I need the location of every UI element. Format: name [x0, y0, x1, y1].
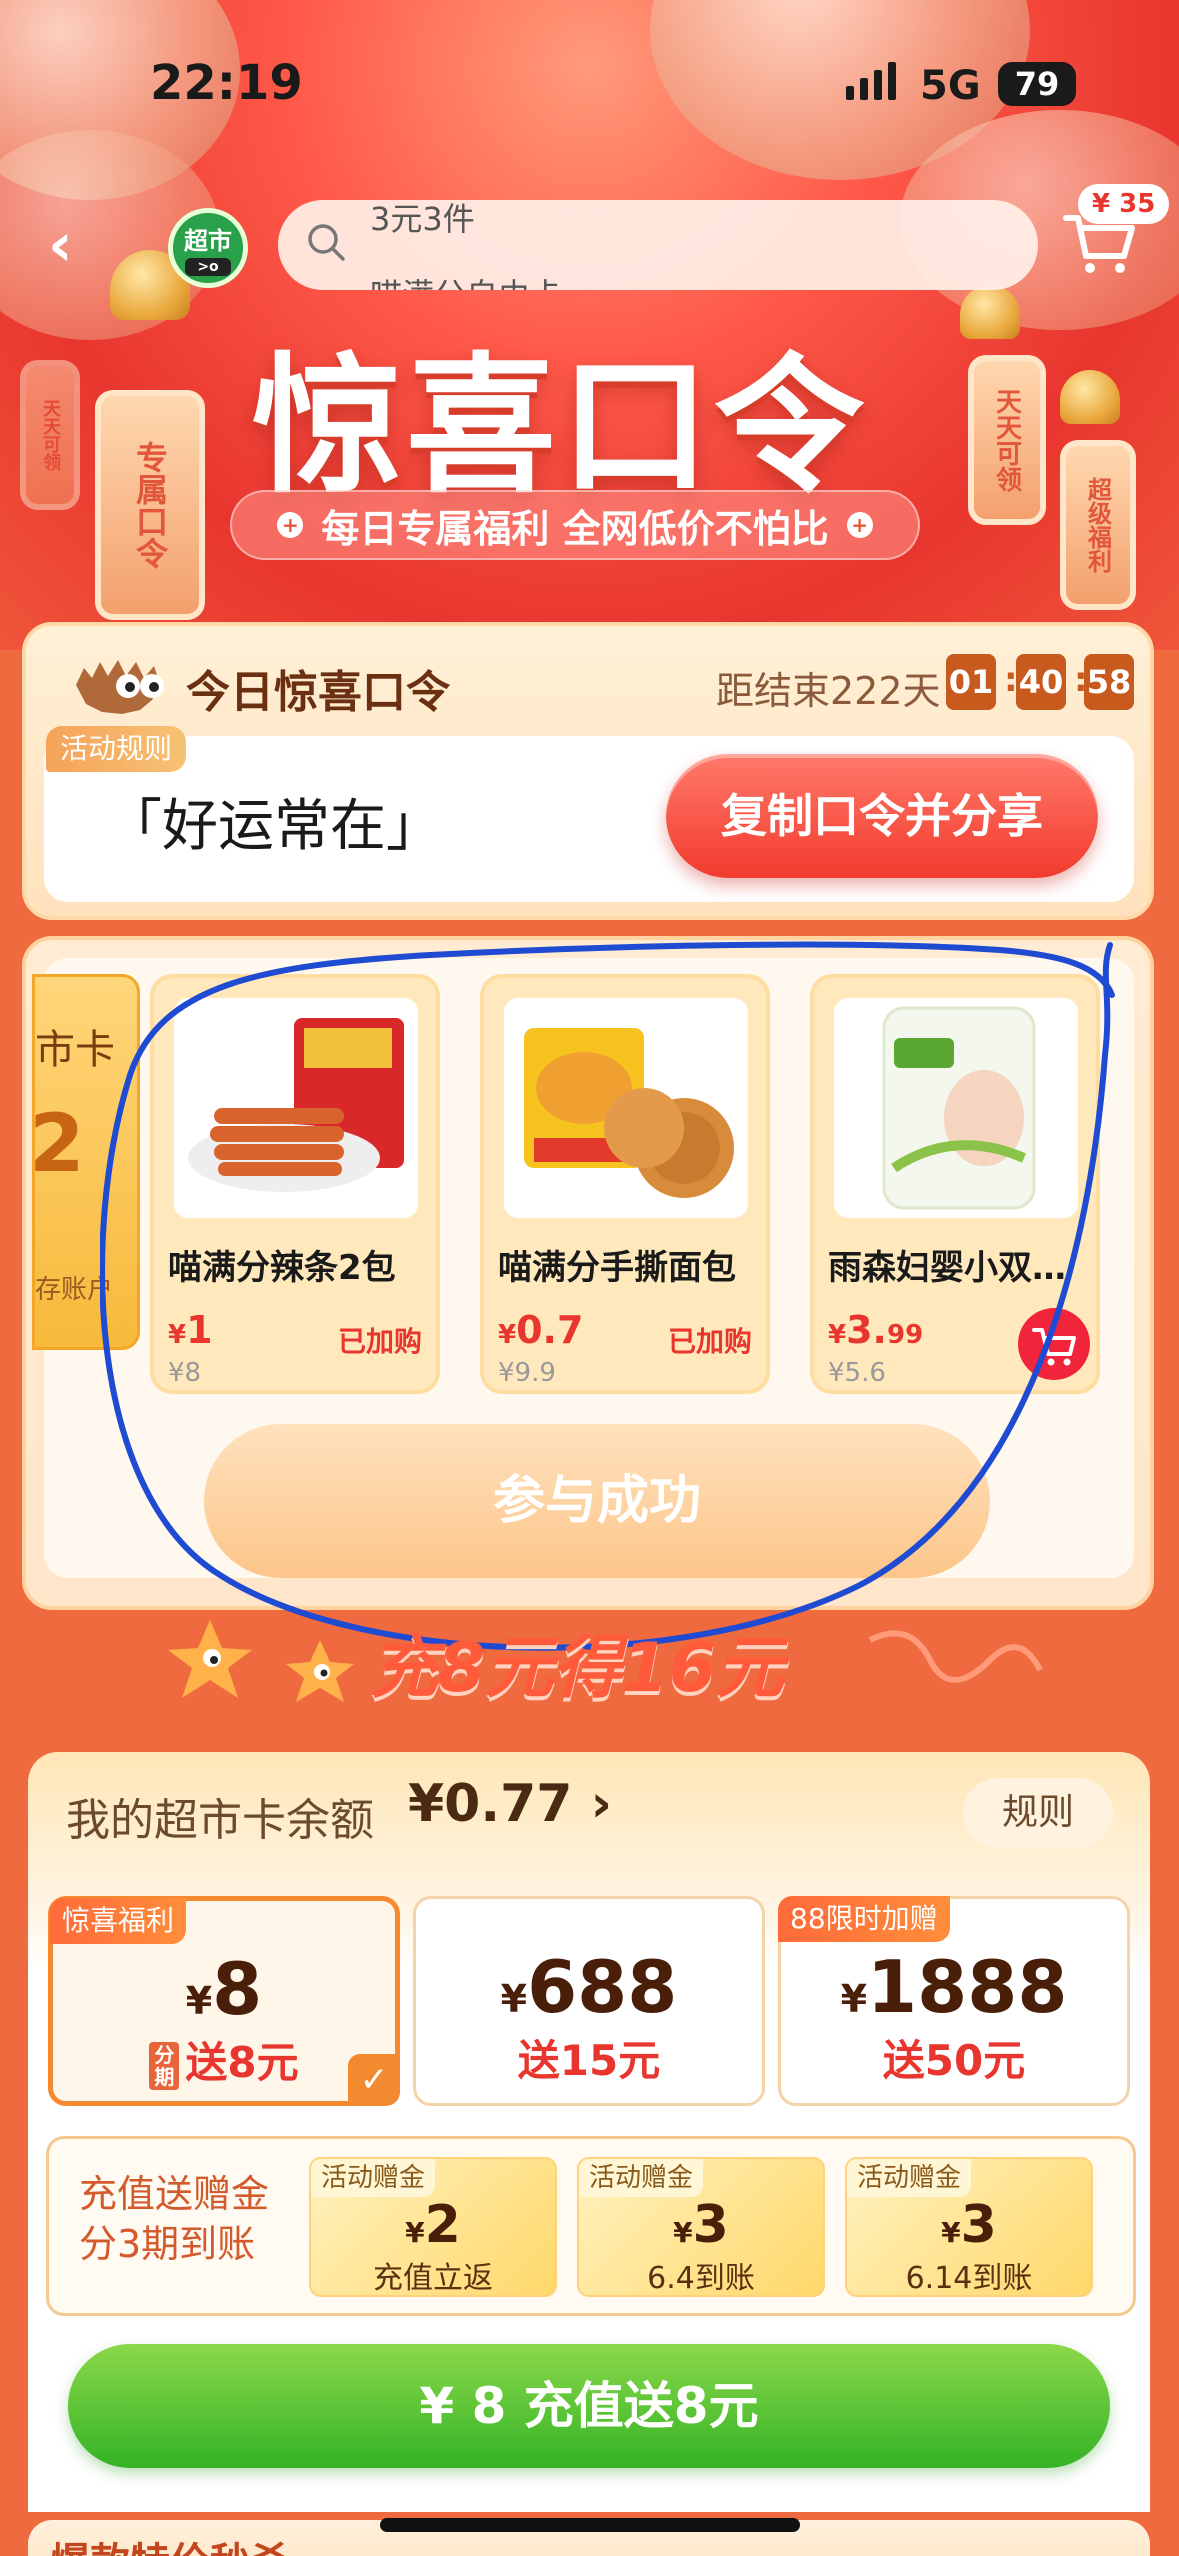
hero-tag: 专属口令 — [95, 390, 205, 620]
recharge-card: 我的超市卡余额 ¥0.77 › 规则 惊喜福利 ¥8 分期 送8元 ✓ ¥688 … — [28, 1752, 1150, 2512]
hero-banner: 专属口令 天天可领 超级福利 天天可领 22:19 5G 79 ‹ 超市 >o … — [0, 0, 1179, 650]
plus-icon: + — [846, 512, 873, 538]
option-amount: ¥1888 — [840, 1945, 1068, 2029]
rules-button[interactable]: 规则 — [963, 1778, 1113, 1848]
countdown-seconds: 58 — [1084, 654, 1134, 710]
recharge-option[interactable]: ¥688 送15元 — [413, 1896, 765, 2106]
search-icon — [308, 224, 345, 261]
hero-tag: 天天可领 — [968, 355, 1046, 525]
signal-icon — [874, 70, 882, 100]
option-gift: 分期 送8元 — [53, 2029, 395, 2090]
bonus-gift-item: 活动赠金 ¥2 充值立返 — [309, 2157, 557, 2297]
gift-amount: ¥3 — [673, 2195, 729, 2255]
activity-rules-link[interactable]: 活动规则 — [46, 726, 187, 772]
option-gift-text: 送8元 — [185, 2038, 299, 2087]
gift-tag: 活动赠金 — [311, 2159, 436, 2197]
countdown-hours: 01 — [946, 654, 996, 710]
search-rolling-hint: 喵满分自由卡 — [370, 270, 562, 290]
option-gift: 送50元 — [882, 2036, 1026, 2085]
gift-amount-value: 3 — [960, 2195, 997, 2255]
countdown-label: 距结束222天 — [716, 669, 941, 713]
gift-when: 充值立返 — [373, 2261, 493, 2296]
check-icon: ✓ — [348, 2054, 400, 2106]
search-input[interactable]: 3元3件 喵满分自由卡 — [278, 200, 1038, 290]
logo-label: 超市 — [184, 227, 232, 255]
option-amount: ¥8 — [185, 1947, 263, 2031]
installment-tag: 分期 — [149, 2041, 180, 2090]
option-gift: 送15元 — [517, 2036, 661, 2085]
gift-amount: ¥2 — [405, 2195, 461, 2255]
status-time: 22:19 — [150, 55, 303, 111]
bell-decoration — [960, 285, 1020, 339]
gift-amount-value: 3 — [692, 2195, 729, 2255]
next-section-title: 爆款特价秒杀 — [50, 2530, 290, 2556]
home-indicator[interactable] — [380, 2518, 800, 2532]
copy-share-button[interactable]: 复制口令并分享 — [666, 754, 1098, 878]
gift-tag: 活动赠金 — [847, 2159, 972, 2197]
search-rolling-hint: 3元3件 — [370, 200, 475, 238]
daily-code-text: 「好运常在」 — [106, 794, 442, 859]
cart-badge: ¥ 35 — [1078, 184, 1170, 224]
signal-icon — [846, 86, 854, 100]
back-button[interactable]: ‹ — [48, 210, 98, 280]
countdown-minutes: 40 — [1016, 654, 1066, 710]
gift-tag: 活动赠金 — [579, 2159, 704, 2197]
network-label: 5G — [920, 63, 981, 109]
daily-code-title: 今日惊喜口令 — [186, 667, 450, 718]
side-card-value: 2 — [32, 1097, 85, 1190]
plus-icon: + — [277, 512, 304, 538]
bell-decoration — [1060, 370, 1120, 424]
promo-banner-text: 充8元得16元 — [370, 1629, 784, 1708]
gift-amount-value: 2 — [424, 2195, 461, 2255]
hero-tag: 天天可领 — [20, 360, 80, 510]
gift-when: 6.14到账 — [905, 2261, 1033, 2296]
battery-icon: 79 — [998, 62, 1076, 106]
option-badge: 88限时加赠 — [778, 1896, 950, 1942]
bonus-gift-label: 充值送赠金 分3期到账 — [79, 2172, 270, 2266]
bonus-gift-item: 活动赠金 ¥3 6.4到账 — [577, 2157, 825, 2297]
recharge-option[interactable]: 88限时加赠 ¥1888 送50元 — [778, 1896, 1130, 2106]
supermarket-logo[interactable]: 超市 >o — [168, 208, 248, 288]
bonus-gift-box: 充值送赠金 分3期到账 活动赠金 ¥2 充值立返 活动赠金 ¥3 6.4到账 活… — [46, 2136, 1136, 2316]
hero-subtitle-pill: + 每日专属福利 全网低价不怕比 + — [230, 490, 920, 560]
mascot-icon — [76, 660, 164, 714]
cat-face-icon: >o — [185, 258, 231, 276]
gift-when: 6.4到账 — [647, 2261, 755, 2296]
option-amount-value: 688 — [527, 1945, 678, 2029]
option-amount-value: 1888 — [867, 1945, 1068, 2029]
balance-label: 我的超市卡余额 — [66, 1795, 374, 1846]
gift-amount: ¥3 — [941, 2195, 997, 2255]
hero-subtitle: 每日专属福利 全网低价不怕比 — [321, 506, 829, 551]
hero-tag: 超级福利 — [1060, 440, 1136, 610]
recharge-option[interactable]: 惊喜福利 ¥8 分期 送8元 ✓ — [48, 1896, 400, 2106]
signal-icon — [860, 78, 868, 100]
hand-drawn-circle-annotation — [100, 941, 1115, 1651]
recharge-pay-button[interactable]: ¥ 8 充值送8元 — [68, 2344, 1110, 2468]
option-badge: 惊喜福利 — [50, 1898, 187, 1944]
daily-code-card: 今日惊喜口令 距结束222天 01 : 40 : 58 活动规则 「好运常在」 … — [22, 622, 1154, 920]
bonus-gift-item: 活动赠金 ¥3 6.14到账 — [845, 2157, 1093, 2297]
balance-value[interactable]: ¥0.77 › — [408, 1774, 612, 1834]
option-amount: ¥688 — [500, 1945, 678, 2029]
option-amount-value: 8 — [212, 1947, 263, 2031]
signal-icon — [888, 62, 896, 100]
